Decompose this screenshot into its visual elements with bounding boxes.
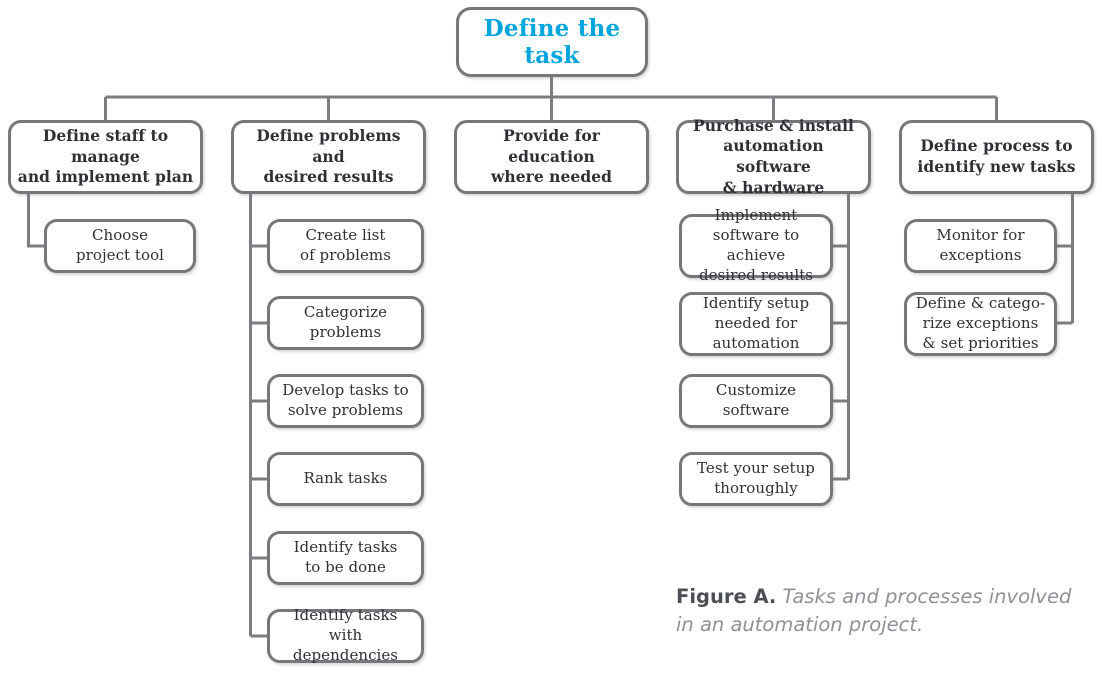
node-branch-3-label: Provide for education where needed: [490, 126, 613, 187]
node-branch-2-child-3-label: Develop tasks to solve problems: [282, 381, 409, 419]
node-branch-2-child-5[interactable]: Identify tasks to be done: [267, 531, 424, 585]
figure-canvas: Define the task Define staff to manage a…: [0, 0, 1102, 673]
node-root[interactable]: Define the task: [456, 7, 648, 77]
node-branch-4-child-1-label: Implement software to achieve desired re…: [698, 206, 814, 284]
node-branch-5[interactable]: Define process to identify new tasks: [899, 120, 1094, 194]
node-branch-2-child-6-label: Identify tasks with dependencies: [292, 606, 399, 664]
node-branch-2-child-4[interactable]: Rank tasks: [267, 452, 424, 506]
node-branch-5-child-2-label: Define & catego- rize exceptions & set p…: [915, 294, 1046, 352]
node-branch-2-child-2[interactable]: Categorize problems: [267, 296, 424, 350]
figure-caption: Figure A. Tasks and processes involved i…: [676, 583, 1076, 638]
node-branch-1-label: Define staff to manage and implement pla…: [17, 126, 194, 187]
node-branch-4-child-2[interactable]: Identify setup needed for automation: [679, 292, 833, 356]
node-root-label: Define the task: [483, 15, 621, 69]
node-branch-2-child-4-label: Rank tasks: [303, 469, 388, 488]
node-branch-5-child-1-label: Monitor for exceptions: [936, 226, 1025, 264]
node-branch-3[interactable]: Provide for education where needed: [454, 120, 649, 194]
node-branch-4-child-3[interactable]: Customize software: [679, 374, 833, 428]
figure-caption-label: Figure A.: [676, 585, 777, 608]
node-branch-4-child-2-label: Identify setup needed for automation: [702, 294, 810, 352]
node-branch-4-child-4-label: Test your setup thoroughly: [697, 459, 815, 497]
node-branch-5-child-2[interactable]: Define & catego- rize exceptions & set p…: [904, 292, 1057, 356]
node-branch-5-child-1[interactable]: Monitor for exceptions: [904, 219, 1057, 273]
node-branch-4-label: Purchase & install automation software &…: [693, 115, 854, 197]
node-branch-4[interactable]: Purchase & install automation software &…: [676, 116, 871, 197]
node-branch-1[interactable]: Define staff to manage and implement pla…: [8, 120, 203, 194]
node-branch-2-child-1-label: Create list of problems: [300, 226, 391, 264]
node-branch-2[interactable]: Define problems and desired results: [231, 120, 426, 194]
node-branch-5-label: Define process to identify new tasks: [917, 136, 1076, 176]
node-branch-4-child-1[interactable]: Implement software to achieve desired re…: [679, 206, 833, 284]
node-branch-4-child-4[interactable]: Test your setup thoroughly: [679, 452, 833, 506]
node-branch-2-child-5-label: Identify tasks to be done: [293, 538, 398, 576]
node-branch-4-child-3-label: Customize software: [715, 381, 797, 419]
node-branch-1-child-1-label: Choose project tool: [75, 226, 164, 264]
node-branch-2-child-3[interactable]: Develop tasks to solve problems: [267, 374, 424, 428]
node-branch-1-child-1[interactable]: Choose project tool: [44, 219, 196, 273]
node-branch-2-label: Define problems and desired results: [256, 126, 401, 187]
node-branch-2-child-6[interactable]: Identify tasks with dependencies: [267, 606, 424, 664]
node-branch-2-child-2-label: Categorize problems: [303, 303, 388, 341]
node-branch-2-child-1[interactable]: Create list of problems: [267, 219, 424, 273]
